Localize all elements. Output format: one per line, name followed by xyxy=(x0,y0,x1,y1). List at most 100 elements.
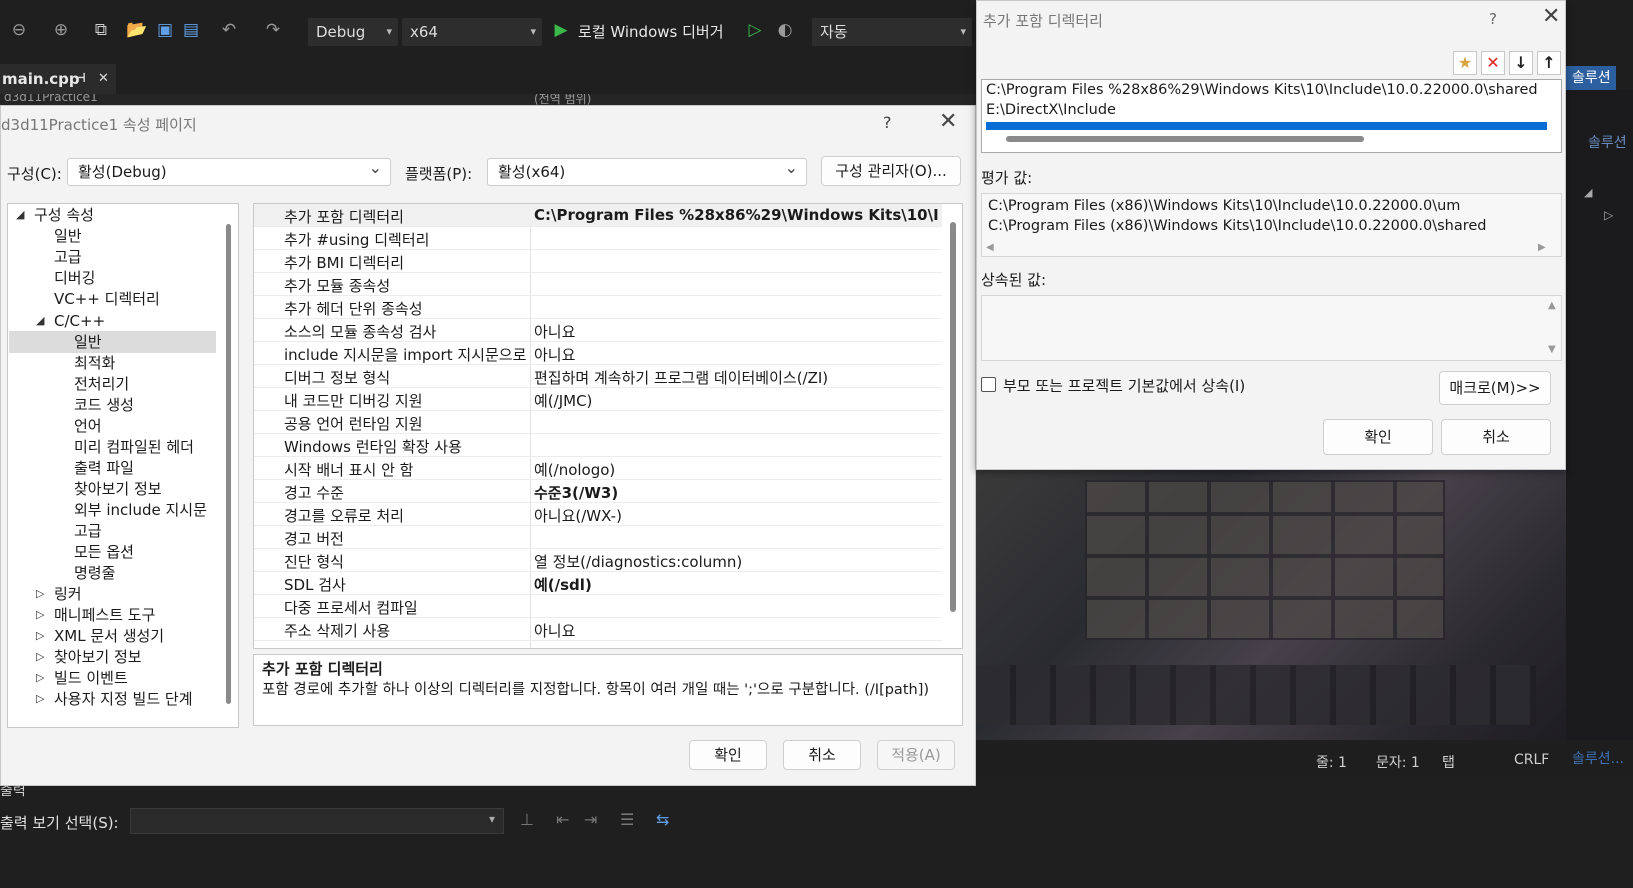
tree-item-advanced[interactable]: 고급 xyxy=(54,246,82,268)
clear-all-icon[interactable]: ☰ xyxy=(620,810,634,829)
tree-item-optimization[interactable]: 최적화 xyxy=(74,352,115,374)
platform-combo[interactable]: x64 xyxy=(402,18,542,46)
save-icon[interactable]: ▣ xyxy=(154,18,176,42)
grid-row[interactable]: 경고 버전 xyxy=(254,526,942,549)
undo-icon[interactable]: ↶ xyxy=(218,18,240,42)
close-tab-icon[interactable]: ✕ xyxy=(98,64,109,94)
config-combo[interactable]: Debug xyxy=(308,18,398,46)
expand-icon[interactable]: ▷ xyxy=(36,671,44,684)
hot-reload-icon[interactable]: ◐ xyxy=(774,18,796,42)
tree-item-external-includes[interactable]: 외부 include 지시문 xyxy=(74,499,207,521)
tree-item-config-props[interactable]: 구성 속성 xyxy=(34,204,94,226)
output-source-combo[interactable] xyxy=(130,808,504,834)
tree-item-cpp[interactable]: C/C++ xyxy=(54,310,105,332)
tree-item-code-generation[interactable]: 코드 생성 xyxy=(74,394,134,416)
grid-value[interactable]: 수준3(/W3) xyxy=(534,482,939,503)
tree-item-vc-directories[interactable]: VC++ 디렉터리 xyxy=(54,288,160,310)
tree-item-cpp-advanced[interactable]: 고급 xyxy=(74,520,102,542)
solution-explorer-tab[interactable]: 솔루션 xyxy=(1566,66,1616,90)
new-line-icon[interactable]: ★ xyxy=(1453,51,1477,75)
solution-explorer-bottom-tab[interactable]: 솔루션... xyxy=(1572,748,1624,768)
start-no-debug-icon[interactable]: ▷ xyxy=(744,18,766,42)
editor-tab-main[interactable]: main.cpp ⊣ ✕ xyxy=(0,64,116,94)
config-manager-button[interactable]: 구성 관리자(O)... xyxy=(821,156,961,186)
grid-value[interactable]: 아니요 xyxy=(534,344,939,365)
prev-message-icon[interactable]: ⇤ xyxy=(556,810,569,829)
ok-button[interactable]: 확인 xyxy=(689,740,767,770)
grid-row[interactable]: SDL 검사 예(/sdl) xyxy=(254,572,942,595)
grid-row[interactable]: 다중 프로세서 컴파일 xyxy=(254,595,942,618)
grid-value[interactable]: 아니요 xyxy=(534,620,939,641)
close-button[interactable]: ✕ xyxy=(939,109,957,134)
expand-icon[interactable]: ◢ xyxy=(1584,186,1592,199)
grid-value[interactable]: 열 정보(/diagnostics:column) xyxy=(534,551,939,572)
tree-item-general[interactable]: 일반 xyxy=(54,225,82,247)
platform-select[interactable]: 활성(x64) xyxy=(487,155,807,186)
delete-icon[interactable]: ✕ xyxy=(1481,51,1505,75)
tree-scrollbar[interactable] xyxy=(226,224,231,704)
grid-row[interactable]: Windows 런타임 확장 사용 xyxy=(254,434,942,457)
tree-item-build-events[interactable]: 빌드 이벤트 xyxy=(54,667,128,689)
tree-item-linker[interactable]: 링커 xyxy=(54,583,82,605)
expand-icon[interactable]: ▷ xyxy=(36,650,44,663)
inherit-checkbox[interactable] xyxy=(981,377,996,392)
cancel-button[interactable]: 취소 xyxy=(783,740,861,770)
word-wrap-icon[interactable]: ⇆ xyxy=(656,810,669,829)
forward-icon[interactable]: ⊕ xyxy=(50,18,72,42)
grid-row[interactable]: 추가 포함 디렉터리 C:\Program Files %28x86%29\Wi… xyxy=(254,204,942,227)
scroll-left-icon[interactable]: ◀ xyxy=(986,242,994,253)
move-down-icon[interactable]: ↓ xyxy=(1509,51,1533,75)
scroll-down-icon[interactable]: ▼ xyxy=(1548,344,1556,355)
redo-icon[interactable]: ↷ xyxy=(262,18,284,42)
list-item[interactable]: C:\Program Files %28x86%29\Windows Kits\… xyxy=(986,82,1538,98)
grid-row[interactable]: 진단 형식 열 정보(/diagnostics:column) xyxy=(254,549,942,572)
close-button[interactable]: ✕ xyxy=(1542,4,1560,29)
tree-item-manifest-tool[interactable]: 매니페스트 도구 xyxy=(54,604,155,626)
expand-icon[interactable]: ▷ xyxy=(36,587,44,600)
grid-row[interactable]: 추가 헤더 단위 종속성 xyxy=(254,296,942,319)
status-tab[interactable]: 탭 xyxy=(1442,752,1455,772)
grid-value[interactable]: C:\Program Files %28x86%29\Windows Kits\… xyxy=(534,206,939,224)
grid-scrollbar[interactable] xyxy=(950,222,956,612)
config-select[interactable]: 활성(Debug) xyxy=(67,155,391,186)
grid-row[interactable]: 내 코드만 디버깅 지원 예(/JMC) xyxy=(254,388,942,411)
expand-icon[interactable]: ▷ xyxy=(36,629,44,642)
tree-item-custom-build[interactable]: 사용자 지정 빌드 단계 xyxy=(54,688,193,710)
grid-row[interactable]: 경고를 오류로 처리 아니요(/WX-) xyxy=(254,503,942,526)
apply-button[interactable]: 적용(A) xyxy=(877,740,955,770)
inherit-checkbox-label[interactable]: 부모 또는 프로젝트 기본값에서 상속(I) xyxy=(1003,375,1245,396)
tree-item-xml-doc[interactable]: XML 문서 생성기 xyxy=(54,625,164,647)
move-up-icon[interactable]: ↑ xyxy=(1537,51,1561,75)
grid-row[interactable]: 디버그 정보 형식 편집하며 계속하기 프로그램 데이터베이스(/ZI) xyxy=(254,365,942,388)
pin-icon[interactable]: ⊣ xyxy=(74,64,86,94)
grid-value[interactable]: 편집하며 계속하기 프로그램 데이터베이스(/ZI) xyxy=(534,367,939,388)
tree-item-all-options[interactable]: 모든 옵션 xyxy=(74,541,134,563)
start-debug-icon[interactable]: ▶ xyxy=(550,18,572,42)
back-icon[interactable]: ⊖ xyxy=(8,18,30,42)
new-entry-editor[interactable] xyxy=(986,122,1547,130)
grid-row[interactable]: include 지시문을 import 지시문으로 아니요 xyxy=(254,342,942,365)
cancel-button[interactable]: 취소 xyxy=(1441,419,1551,455)
status-char[interactable]: 문자: 1 xyxy=(1376,752,1420,772)
tree-item-debugging[interactable]: 디버깅 xyxy=(54,267,95,289)
list-hscrollbar[interactable] xyxy=(1006,136,1364,142)
tree-item-output-files[interactable]: 출력 파일 xyxy=(74,457,134,479)
expand-icon[interactable]: ▷ xyxy=(36,692,44,705)
auto-combo[interactable]: 자동 xyxy=(812,18,972,46)
ok-button[interactable]: 확인 xyxy=(1323,419,1433,455)
list-item[interactable]: E:\DirectX\Include xyxy=(986,102,1116,118)
grid-row[interactable]: 시작 배너 표시 안 함 예(/nologo) xyxy=(254,457,942,480)
scroll-up-icon[interactable]: ▲ xyxy=(1548,300,1556,311)
tree-item-preprocessor[interactable]: 전처리기 xyxy=(74,373,129,395)
status-eol[interactable]: CRLF xyxy=(1514,752,1549,768)
open-folder-icon[interactable]: 📂 xyxy=(126,18,148,42)
collapse-icon[interactable]: ◢ xyxy=(36,314,44,327)
grid-row[interactable]: 경고 수준 수준3(/W3) xyxy=(254,480,942,503)
grid-row[interactable]: 추가 BMI 디렉터리 xyxy=(254,250,942,273)
next-message-icon[interactable]: ⇥ xyxy=(584,810,597,829)
grid-value[interactable]: 예(/JMC) xyxy=(534,390,939,411)
grid-row[interactable]: 추가 모듈 종속성 xyxy=(254,273,942,296)
grid-value[interactable]: 아니요(/WX-) xyxy=(534,505,939,526)
new-project-icon[interactable]: ⧉ xyxy=(90,18,112,42)
debugger-label[interactable]: 로컬 Windows 디버거 xyxy=(578,18,724,46)
